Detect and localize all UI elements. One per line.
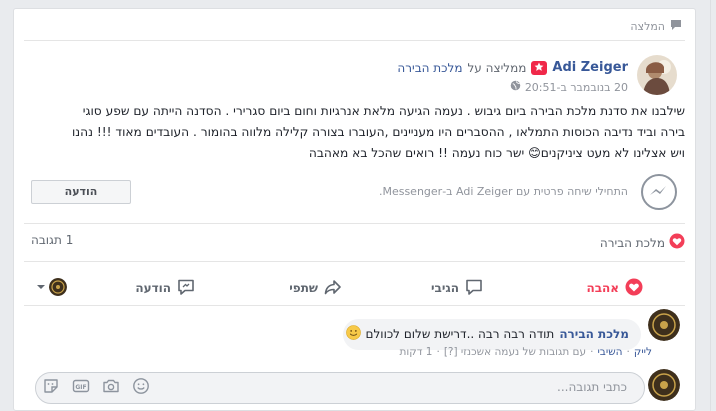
composer-avatar: [648, 369, 680, 401]
love-label: אהבה: [586, 281, 619, 295]
recommendation-post: המלצה Adi Zeiger ממליצה על מלכת הבירה 20…: [13, 8, 696, 411]
chevron-down-icon: [36, 277, 46, 296]
header-divider: [24, 40, 685, 41]
comment-input-placeholder[interactable]: כתבי תגובה...: [557, 380, 627, 394]
post-body-line-3: ויש אצלינו לא מעט ציניקנים😊 ישר כוח נעמה…: [308, 146, 685, 160]
page-scrollbar[interactable]: [710, 0, 716, 411]
message-action-label: הודעה: [135, 281, 171, 295]
comment-bubble-icon: [670, 19, 682, 34]
recommend-badge-icon: [531, 60, 548, 75]
love-reaction-icon: [669, 233, 685, 252]
comment-time[interactable]: 1 דקות: [400, 346, 433, 358]
share-icon: [324, 278, 342, 299]
gif-icon[interactable]: GIF: [72, 377, 90, 399]
page-voice-selector[interactable]: [36, 277, 67, 296]
recommends-text: ממליצה על: [467, 60, 527, 75]
message-button[interactable]: הודעה: [31, 180, 131, 204]
globe-icon: [510, 80, 521, 94]
stats-divider: [24, 261, 685, 262]
author-name[interactable]: Adi Zeiger: [552, 60, 628, 75]
comment-like-link[interactable]: לייק: [634, 346, 652, 358]
reactions-summary[interactable]: מלכת הבירה: [600, 233, 685, 252]
post-body-line-2: בירה וביד נדיבה הכוסות התמלאו , ההסברים …: [71, 125, 685, 139]
message-action-button[interactable]: הודעה: [135, 273, 195, 303]
meta-separator-3: ·: [436, 346, 440, 358]
comment-button[interactable]: הגיבי: [431, 273, 483, 303]
messenger-prompt: התחילי שיחה פרטית עם Adi Zeiger ב-Messen…: [378, 185, 628, 198]
comment-author-name[interactable]: מלכת הבירה: [559, 327, 629, 341]
reaction-name: מלכת הבירה: [599, 235, 665, 250]
actions-divider: [24, 305, 685, 306]
svg-text:GIF: GIF: [75, 384, 86, 391]
emoji-icon[interactable]: [132, 377, 150, 399]
camera-icon[interactable]: [102, 377, 120, 399]
comment-icon: [465, 278, 483, 299]
post-header-label: המלצה: [630, 20, 665, 33]
comment-label: הגיבי: [431, 281, 459, 295]
messenger-divider: [24, 223, 685, 224]
page-small-avatar: [49, 277, 67, 296]
comment-count[interactable]: 1 תגובה: [31, 233, 73, 247]
meta-separator-2: ·: [590, 346, 594, 358]
heart-icon: [625, 278, 643, 299]
post-header: המלצה: [630, 19, 682, 34]
composer-tools: GIF: [42, 377, 150, 399]
post-body-line-1: שילבנו את סדנת מלכת הבירה ביום גיבוש . נ…: [82, 104, 685, 118]
comment-content: מלכת הבירה תודה רבה רבה ..דרישת שלום לכו…: [345, 325, 629, 343]
comment-reply-link[interactable]: השיבי: [597, 346, 622, 358]
author-avatar[interactable]: [637, 55, 677, 95]
messenger-small-icon: [177, 278, 195, 299]
share-label: שתפי: [289, 281, 318, 295]
timestamp-line: 20 בנובמבר ב-20:51: [510, 80, 628, 94]
messenger-icon: [641, 174, 677, 214]
sticker-icon[interactable]: [42, 377, 60, 399]
smile-emoji-icon: [345, 325, 361, 343]
meta-separator-1: ·: [626, 346, 630, 358]
author-line: Adi Zeiger ממליצה על מלכת הבירה: [397, 60, 628, 75]
post-timestamp[interactable]: 20 בנובמבר ב-20:51: [525, 81, 628, 94]
love-button[interactable]: אהבה: [586, 273, 643, 303]
comment-edited-note[interactable]: עם תגובות של נעמה אשכנזי [?]: [444, 346, 586, 358]
comment-meta: לייק · השיבי · עם תגובות של נעמה אשכנזי …: [400, 346, 653, 358]
comment-text: תודה רבה רבה ..דרישת שלום לכוולם: [365, 327, 555, 341]
share-button[interactable]: שתפי: [289, 273, 342, 303]
comment-author-avatar[interactable]: [648, 309, 680, 341]
page-name-link[interactable]: מלכת הבירה: [397, 61, 462, 75]
